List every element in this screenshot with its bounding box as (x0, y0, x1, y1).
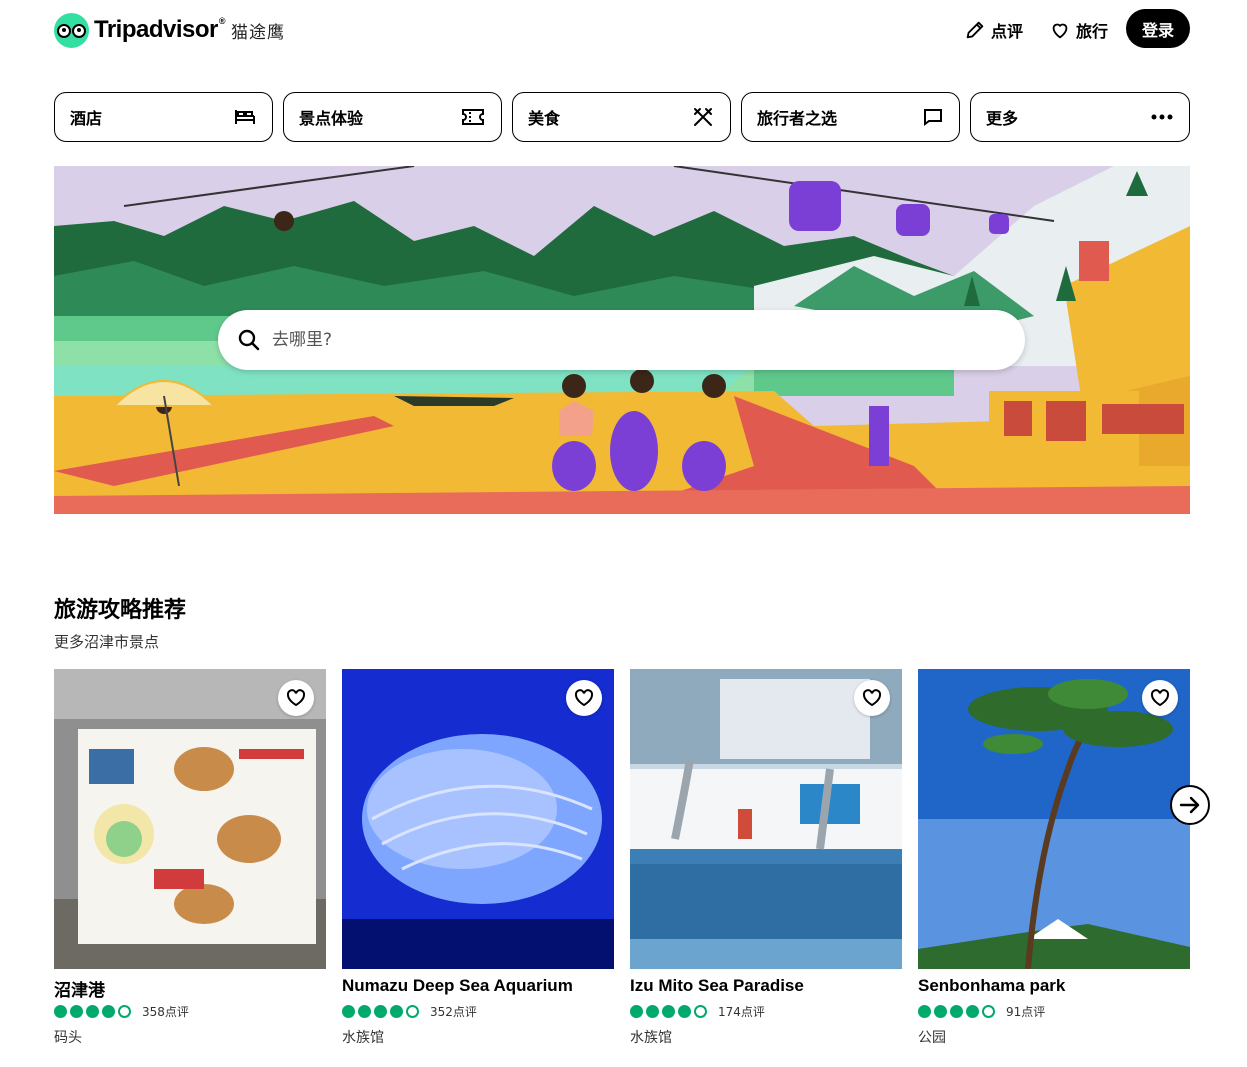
rating-bubbles: 91点评 (918, 1003, 1045, 1020)
utensils-icon (694, 108, 712, 126)
top-nav: Tripadvisor® 猫途鹰 点评 旅行 登录 (0, 0, 1247, 60)
review-count[interactable]: 352点评 (430, 1003, 477, 1020)
rating-bubble (70, 1005, 83, 1018)
search-bar[interactable] (218, 310, 1025, 370)
category-label: 更多 (986, 109, 1019, 128)
attraction-photo[interactable] (918, 669, 1190, 969)
rating-bubble (54, 1005, 67, 1018)
save-heart-button[interactable] (854, 680, 890, 716)
attraction-name[interactable]: Numazu Deep Sea Aquarium (342, 976, 573, 996)
rating-bubble (966, 1005, 979, 1018)
rating-bubble (982, 1005, 995, 1018)
pencil-icon (966, 21, 984, 39)
rating-bubble (86, 1005, 99, 1018)
write-review-link[interactable]: 点评 (964, 16, 1023, 44)
search-icon (238, 329, 260, 351)
category-label: 酒店 (70, 109, 103, 128)
hero-banner (54, 166, 1190, 514)
rating-bubble (694, 1005, 707, 1018)
heart-icon (1052, 23, 1068, 39)
ticket-icon (462, 109, 484, 125)
attraction-photo[interactable] (342, 669, 614, 969)
rating-bubbles: 358点评 (54, 1003, 189, 1020)
rating-bubble (662, 1005, 675, 1018)
flag-icon (924, 109, 942, 126)
attraction-card[interactable]: Senbonhama park 91点评 公园 (918, 669, 1190, 1049)
rating-bubble (118, 1005, 131, 1018)
rating-bubble (918, 1005, 931, 1018)
rating-bubble (934, 1005, 947, 1018)
attraction-type: 公园 (918, 1030, 946, 1046)
rating-bubble (646, 1005, 659, 1018)
category-more[interactable]: 更多 (970, 92, 1190, 142)
attraction-photo[interactable] (630, 669, 902, 969)
attraction-name[interactable]: Senbonhama park (918, 976, 1065, 996)
rating-bubble (630, 1005, 643, 1018)
rating-bubble (678, 1005, 691, 1018)
review-count[interactable]: 358点评 (142, 1003, 189, 1020)
rating-bubble (102, 1005, 115, 1018)
category-travelers-choice[interactable]: 旅行者之选 (741, 92, 960, 142)
attraction-photo[interactable] (54, 669, 326, 969)
rating-bubble (950, 1005, 963, 1018)
category-attractions[interactable]: 景点体验 (283, 92, 502, 142)
section-title: 旅游攻略推荐 (54, 598, 187, 623)
carousel-next-button[interactable] (1170, 785, 1210, 825)
category-hotels[interactable]: 酒店 (54, 92, 273, 142)
bed-icon (235, 110, 255, 124)
category-label: 景点体验 (299, 109, 364, 128)
tripadvisor-logo[interactable]: Tripadvisor® 猫途鹰 (54, 12, 285, 48)
brand-name: Tripadvisor® (94, 16, 226, 43)
category-label: 旅行者之选 (757, 109, 838, 128)
heart-icon (574, 689, 594, 707)
attraction-type: 水族馆 (342, 1030, 384, 1046)
write-review-label: 点评 (991, 22, 1024, 41)
save-heart-button[interactable] (1142, 680, 1178, 716)
heart-icon (286, 689, 306, 707)
brand-name-cn: 猫途鹰 (231, 22, 286, 43)
owl-logo-icon (54, 12, 89, 48)
attraction-card[interactable]: 沼津港 358点评 码头 (54, 669, 326, 1049)
more-icon (1151, 114, 1173, 120)
rating-bubble (390, 1005, 403, 1018)
category-restaurants[interactable]: 美食 (512, 92, 731, 142)
heart-icon (1150, 689, 1170, 707)
save-heart-button[interactable] (278, 680, 314, 716)
category-label: 美食 (528, 109, 561, 128)
search-input[interactable] (272, 330, 972, 350)
rating-bubbles: 352点评 (342, 1003, 477, 1020)
rating-bubble (358, 1005, 371, 1018)
save-heart-button[interactable] (566, 680, 602, 716)
login-button[interactable]: 登录 (1126, 9, 1190, 48)
rating-bubble (342, 1005, 355, 1018)
trips-label: 旅行 (1076, 22, 1109, 41)
heart-icon (862, 689, 882, 707)
attraction-name[interactable]: Izu Mito Sea Paradise (630, 976, 804, 996)
rating-bubble (406, 1005, 419, 1018)
review-count[interactable]: 91点评 (1006, 1003, 1045, 1020)
arrow-right-icon (1179, 796, 1200, 814)
trips-link[interactable]: 旅行 (1049, 16, 1108, 44)
rating-bubbles: 174点评 (630, 1003, 765, 1020)
review-count[interactable]: 174点评 (718, 1003, 765, 1020)
attraction-name[interactable]: 沼津港 (54, 976, 105, 1001)
attraction-type: 水族馆 (630, 1030, 672, 1046)
attraction-card[interactable]: Numazu Deep Sea Aquarium 352点评 水族馆 (342, 669, 614, 1049)
attraction-type: 码头 (54, 1030, 82, 1046)
section-subtitle[interactable]: 更多沼津市景点 (54, 631, 159, 652)
rating-bubble (374, 1005, 387, 1018)
attraction-card[interactable]: Izu Mito Sea Paradise 174点评 水族馆 (630, 669, 902, 1049)
